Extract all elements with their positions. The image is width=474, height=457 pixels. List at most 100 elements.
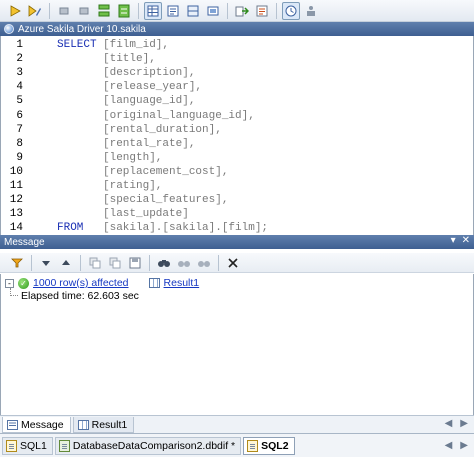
- tab-sql1[interactable]: SQL1: [2, 436, 53, 455]
- code-line[interactable]: 6 [original_language_id],: [1, 109, 474, 123]
- text-view-icon[interactable]: [164, 2, 182, 20]
- rows-affected-link[interactable]: 1000 row(s) affected: [33, 277, 129, 289]
- tab-message-label: Message: [21, 418, 64, 431]
- toolbar-separator: [138, 2, 139, 19]
- results-icon[interactable]: [204, 2, 222, 20]
- toolbar-separator: [149, 254, 150, 271]
- code-line[interactable]: 1 SELECT [film_id],: [1, 38, 474, 52]
- code-line[interactable]: 10 [replacement_cost],: [1, 165, 474, 179]
- find-icon[interactable]: [155, 254, 173, 272]
- clear-icon[interactable]: [224, 254, 242, 272]
- tab-message[interactable]: Message: [2, 417, 71, 433]
- doc-nav-next-icon[interactable]: ▶: [460, 440, 468, 451]
- elapsed-time-text: Elapsed time: 62.603 sec: [21, 290, 139, 302]
- sql-file-icon: [247, 439, 259, 452]
- doc-nav-prev-icon[interactable]: ◀: [445, 440, 453, 451]
- next-message-icon[interactable]: [37, 254, 55, 272]
- sql-keyword: FROM: [57, 222, 84, 235]
- sql-identifier: [rental_duration],: [103, 123, 222, 136]
- execute-edit-icon[interactable]: [26, 2, 44, 20]
- line-number: 6: [16, 109, 23, 122]
- grid-view-icon[interactable]: [144, 1, 162, 20]
- comparison-file-icon: [58, 439, 70, 452]
- line-number: 2: [16, 53, 23, 66]
- main-toolbar: [0, 0, 474, 22]
- open-file-icon[interactable]: [253, 2, 271, 20]
- export-icon[interactable]: [233, 2, 251, 20]
- sql-identifier: [length],: [103, 151, 163, 164]
- tab-sql1-label: SQL1: [20, 439, 47, 452]
- code-line[interactable]: 12 [special_features],: [1, 193, 474, 207]
- code-line[interactable]: 13 [last_update]: [1, 207, 474, 221]
- execute-icon[interactable]: [6, 2, 24, 20]
- code-line[interactable]: 7 [rental_duration],: [1, 123, 474, 137]
- line-number: 4: [16, 81, 23, 94]
- collapse-icon[interactable]: -: [5, 278, 14, 288]
- nav-prev-icon[interactable]: ◀: [445, 418, 453, 429]
- line-number: 11: [9, 180, 23, 192]
- sql-identifier: [replacement_cost],: [103, 165, 229, 178]
- close-icon[interactable]: ✕: [462, 235, 470, 246]
- code-line[interactable]: 3 [description],: [1, 66, 474, 80]
- copy-icon[interactable]: [86, 254, 104, 272]
- tree-connector: [10, 288, 18, 296]
- message-icon: [7, 419, 18, 430]
- line-number: 14: [9, 222, 23, 235]
- pin-icon[interactable]: ▾: [451, 235, 456, 246]
- document-tabs: SQL1 DatabaseDataComparison2.dbdif * SQL…: [0, 433, 474, 457]
- sql-identifier: [film_id],: [103, 39, 170, 51]
- sql-identifier: [sakila].[sakila].[film];: [103, 222, 269, 235]
- code-line[interactable]: 11 [rating],: [1, 179, 474, 193]
- history-icon[interactable]: [282, 1, 300, 20]
- message-toolbar: [0, 253, 474, 273]
- copy-all-icon[interactable]: [106, 254, 124, 272]
- run-script-icon[interactable]: [115, 2, 133, 20]
- sql-keyword: SELECT: [57, 39, 97, 51]
- toolbar-separator: [218, 254, 219, 271]
- message-tab-nav: ◀ ▶: [445, 418, 468, 429]
- line-number: 10: [9, 165, 23, 178]
- message-panel-title-text: Message: [4, 236, 45, 248]
- sql-identifier: [last_update]: [103, 208, 189, 221]
- sql-identifier: [release_year],: [103, 81, 203, 94]
- code-line[interactable]: 2 [title],: [1, 52, 474, 66]
- code-line[interactable]: 5 [language_id],: [1, 94, 474, 108]
- editor-title: Azure Sakila Driver 10.sakila: [18, 23, 146, 35]
- previous-message-icon[interactable]: [57, 254, 75, 272]
- code-line[interactable]: 8 [rental_rate],: [1, 137, 474, 151]
- line-number: 9: [16, 151, 23, 164]
- find-previous-icon[interactable]: [175, 254, 193, 272]
- sql-identifier: [original_language_id],: [103, 109, 255, 122]
- message-output: - ✓ 1000 row(s) affected Result1 Elapsed…: [0, 274, 474, 415]
- options-icon[interactable]: [302, 2, 320, 20]
- sql-identifier: [title],: [103, 53, 156, 66]
- line-number: 12: [9, 194, 23, 207]
- split-view-icon[interactable]: [184, 2, 202, 20]
- save-message-icon[interactable]: [126, 254, 144, 272]
- run-batch-icon[interactable]: [95, 2, 113, 20]
- toolbar-separator: [80, 254, 81, 271]
- line-number: 13: [9, 208, 23, 221]
- result1-link[interactable]: Result1: [164, 277, 200, 289]
- tab-result1[interactable]: Result1: [72, 417, 135, 433]
- database-icon: [4, 24, 14, 34]
- code-line[interactable]: 9 [length],: [1, 151, 474, 165]
- nav-next-icon[interactable]: ▶: [460, 418, 468, 429]
- filter-icon[interactable]: [8, 254, 26, 272]
- code-line[interactable]: 14 FROM [sakila].[sakila].[film];: [1, 221, 474, 235]
- tab-database-data-comparison[interactable]: DatabaseDataComparison2.dbdif *: [54, 436, 242, 455]
- stop-icon[interactable]: [55, 2, 73, 20]
- step-icon[interactable]: [75, 2, 93, 20]
- result-grid-icon: [148, 278, 160, 288]
- tab-result1-label: Result1: [91, 418, 128, 431]
- sql-editor[interactable]: 1 SELECT [film_id], 2 [title], 3 [description]…: [0, 36, 474, 235]
- message-row-elapsed: Elapsed time: 62.603 sec: [21, 289, 139, 303]
- line-number: 8: [16, 137, 23, 150]
- toolbar-separator: [49, 2, 50, 19]
- toolbar-separator: [31, 254, 32, 271]
- find-next-icon[interactable]: [195, 254, 213, 272]
- sql-identifier: [language_id],: [103, 95, 196, 108]
- tab-sql2[interactable]: SQL2: [243, 436, 295, 455]
- sql-identifier: [rating],: [103, 180, 163, 192]
- code-line[interactable]: 4 [release_year],: [1, 80, 474, 94]
